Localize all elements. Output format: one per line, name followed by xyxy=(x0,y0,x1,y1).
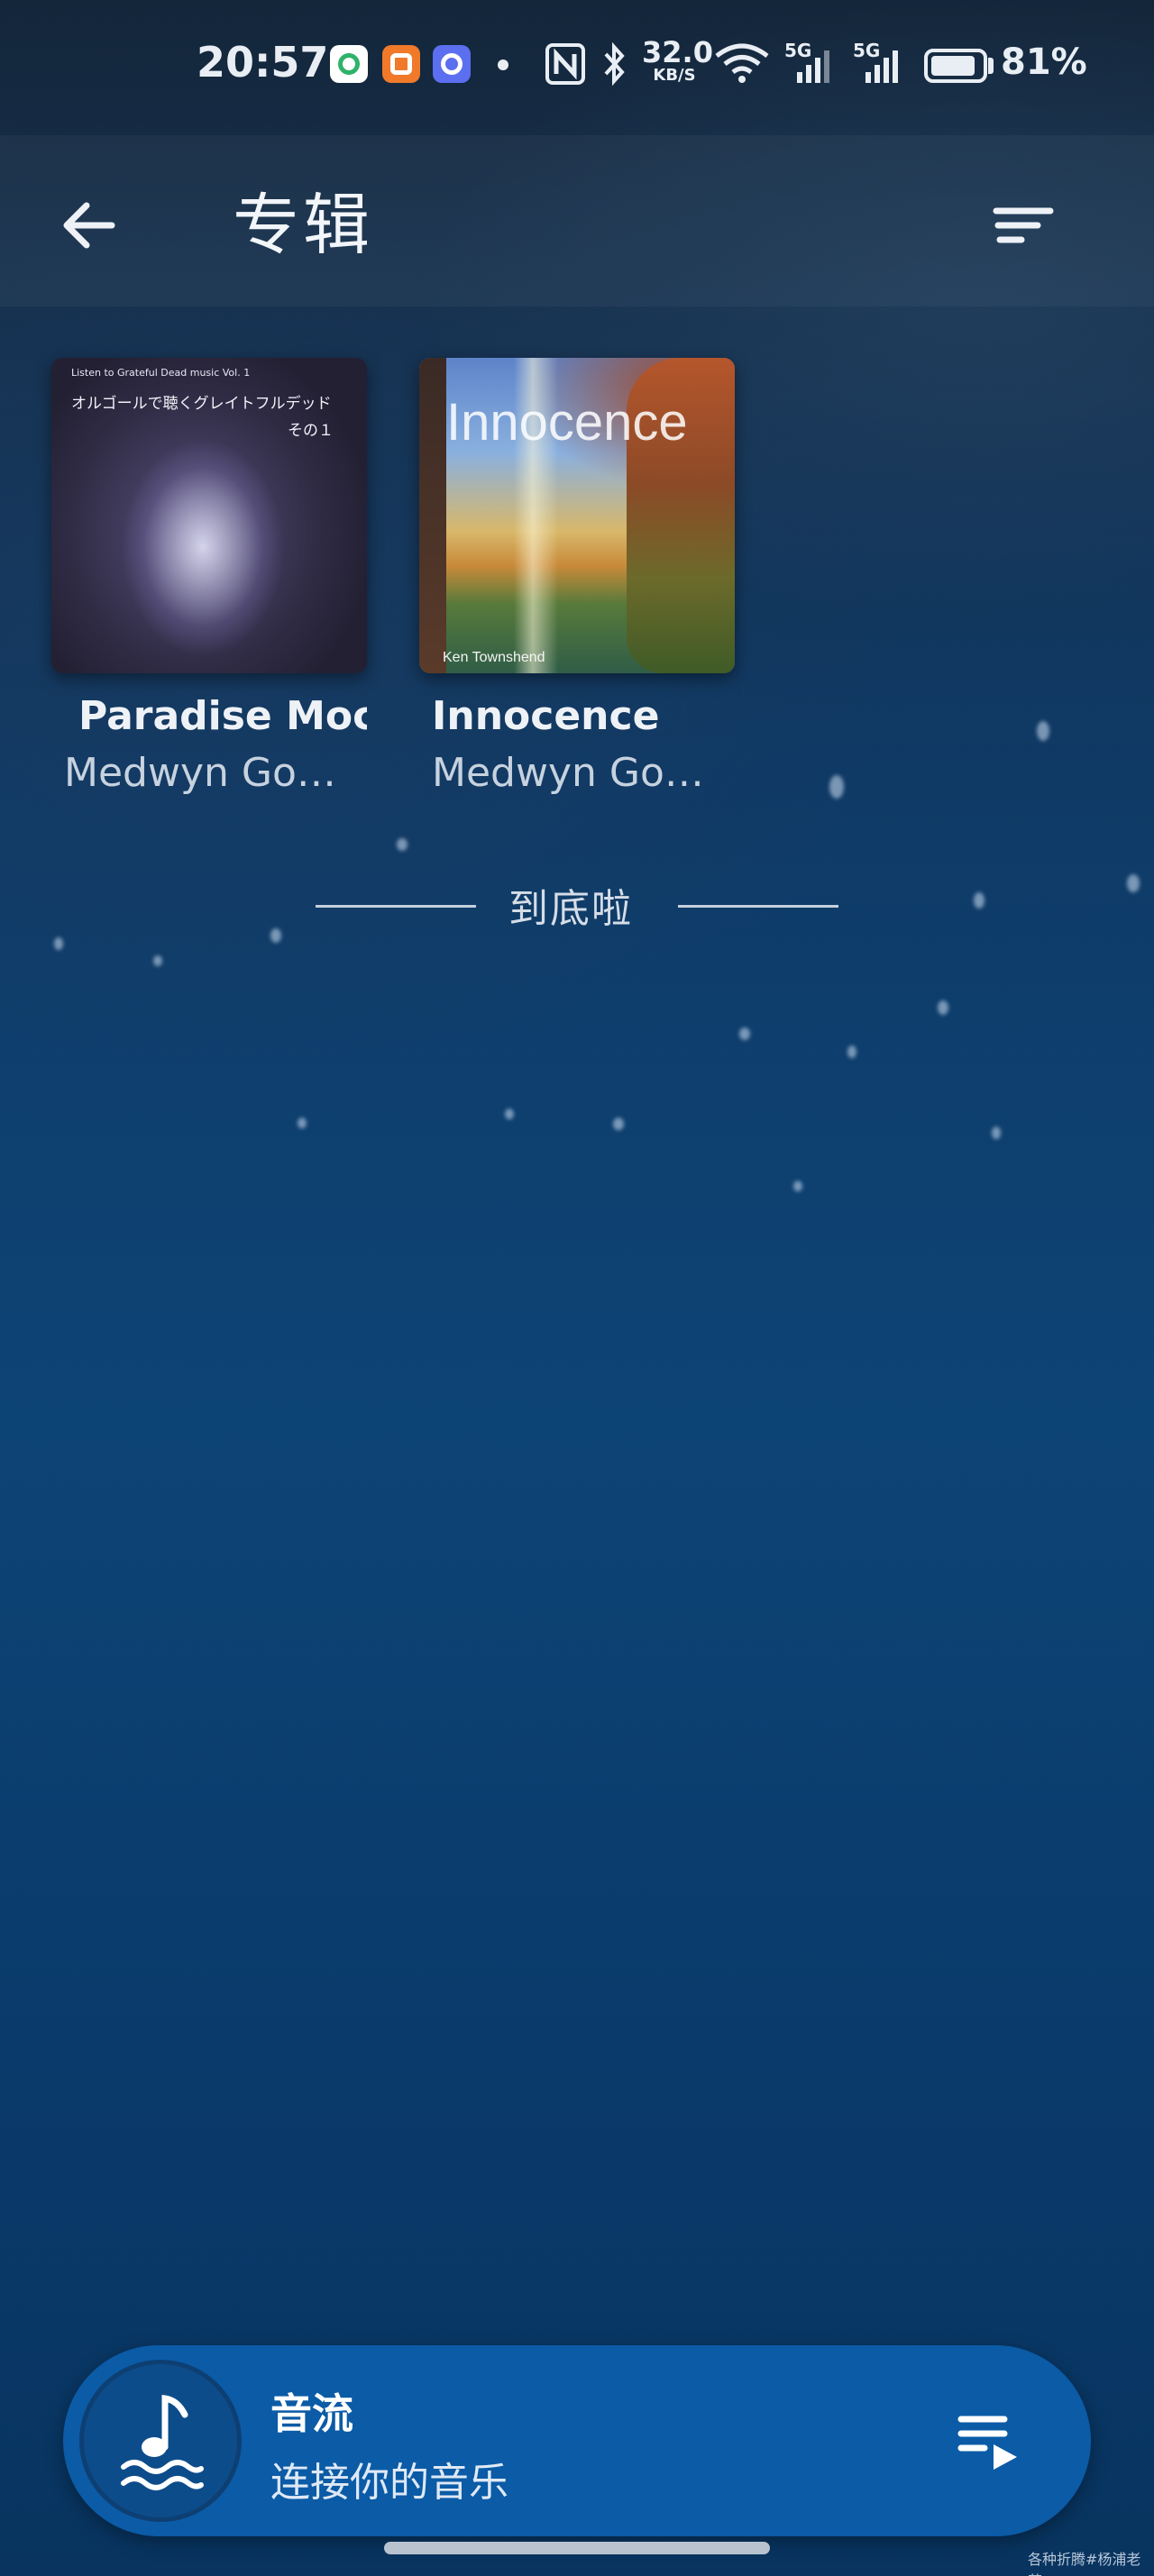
album-card[interactable]: Innocence Ken Townshend Innocence Medwyn… xyxy=(419,358,735,796)
app-green-icon xyxy=(330,45,368,83)
sort-icon xyxy=(993,207,1054,243)
home-indicator[interactable] xyxy=(384,2542,770,2554)
page-title: 专辑 xyxy=(233,187,373,264)
end-of-list-text: 到底啦 xyxy=(508,886,633,932)
album-cover: Innocence Ken Townshend xyxy=(419,358,735,673)
network-speed-value: 32.0 xyxy=(642,35,713,69)
divider-line xyxy=(678,905,838,908)
playlist-button[interactable] xyxy=(948,2399,1030,2480)
mini-player[interactable]: 音流 连接你的音乐 xyxy=(63,2345,1091,2536)
player-subtitle: 连接你的音乐 xyxy=(270,2460,508,2506)
player-artwork[interactable] xyxy=(79,2360,242,2522)
signal-icon xyxy=(797,50,829,83)
cover-title: Innocence xyxy=(446,393,688,452)
dot-icon xyxy=(498,59,508,70)
network-speed-unit: KB/S xyxy=(653,66,696,85)
app-blue-icon xyxy=(433,45,471,83)
cover-small-text: Listen to Grateful Dead music Vol. 1 xyxy=(71,367,251,379)
playlist-play-icon xyxy=(957,2416,1017,2470)
wifi-icon xyxy=(715,43,769,83)
bluetooth-icon xyxy=(604,41,625,87)
watermark: 各种折腾#杨浦老苏 xyxy=(1028,2551,1141,2576)
nfc-icon xyxy=(545,43,585,85)
network-speed: 32.0 KB/S xyxy=(642,35,713,85)
album-artist: Medwyn Go… xyxy=(64,750,336,796)
album-cover: Listen to Grateful Dead music Vol. 1 オルゴ… xyxy=(51,358,367,673)
album-name: Innocence xyxy=(432,693,660,739)
cover-japanese-subtext: その１ xyxy=(288,422,334,440)
player-title: 音流 xyxy=(270,2389,353,2438)
arrow-left-icon xyxy=(63,202,115,249)
signal-icon xyxy=(866,50,898,83)
status-bar: 20:57 32.0 KB/S 5G 5G 81% xyxy=(0,0,1154,135)
sort-button[interactable] xyxy=(987,189,1059,261)
status-time: 20:57 xyxy=(197,38,329,87)
album-artist: Medwyn Go… xyxy=(432,750,704,796)
album-name: Paradise Moc xyxy=(78,693,367,739)
battery-tip xyxy=(988,58,994,74)
cover-artist: Ken Townshend xyxy=(443,650,545,665)
music-note-waves-icon xyxy=(121,2394,204,2490)
end-of-list: 到底啦 xyxy=(0,876,1154,939)
app-header: 专辑 xyxy=(0,135,1154,306)
album-card[interactable]: Listen to Grateful Dead music Vol. 1 オルゴ… xyxy=(51,358,367,796)
back-button[interactable] xyxy=(54,189,126,261)
divider-line xyxy=(316,905,476,908)
battery-percent: 81% xyxy=(1001,41,1087,83)
cover-rock-left xyxy=(419,358,446,673)
battery-icon xyxy=(924,49,987,83)
app-orange-icon xyxy=(382,45,420,83)
cover-japanese-text: オルゴールで聴くグレイトフルデッド xyxy=(71,395,332,413)
